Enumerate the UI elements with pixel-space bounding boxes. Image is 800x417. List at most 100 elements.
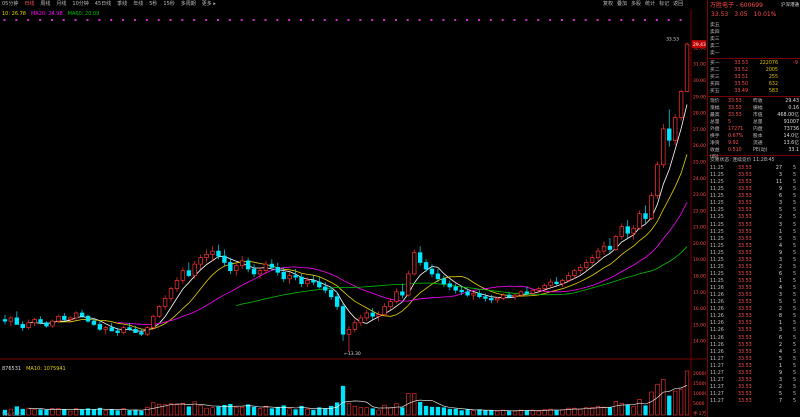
candle-body (524, 291, 530, 294)
candle-body (417, 252, 423, 263)
buy-delta (778, 81, 798, 88)
buy-price: 33.52 (734, 68, 748, 73)
trade-p: 33.53 (738, 279, 752, 284)
tab-0[interactable]: 05分钟 (2, 0, 18, 9)
event-marker: ▪ (110, 17, 113, 22)
volume-bar (293, 409, 298, 416)
tab-2[interactable]: 周线 (40, 0, 50, 9)
candle-body (311, 280, 316, 283)
event-marker: ▪ (276, 17, 279, 22)
stat-row: 现价 33.53 昨收 29.43 (708, 98, 800, 105)
sell-label: 卖二 (710, 44, 720, 49)
trade-n: 5 (792, 370, 796, 376)
trade-row: 11:25 33.53 3 5 (708, 257, 800, 264)
sell-delta (778, 29, 798, 36)
tool-button-1[interactable]: 叠加 (617, 0, 627, 9)
tab-11[interactable]: 更多 ▸ (202, 0, 216, 9)
candle-body (447, 283, 452, 288)
tab-3[interactable]: 月线 (56, 0, 66, 9)
buy-row[interactable]: 买二 33.52 2005 (708, 67, 800, 74)
tab-10[interactable]: 多周期 (181, 0, 196, 9)
tool-button-5[interactable]: 返回 (673, 0, 683, 9)
stat-k1: 总量 (710, 120, 720, 125)
tab-8[interactable]: 5秒 (149, 0, 157, 9)
tool-button-3[interactable]: 统计 (645, 0, 655, 9)
event-marker: ▪ (252, 17, 255, 22)
tab-5[interactable]: 45日线 (95, 0, 111, 9)
buy-label: 买一 (710, 61, 720, 66)
candle-body (228, 262, 233, 271)
tool-button-2[interactable]: 多股 (631, 0, 641, 9)
trade-row: 11:26 33.53 2 5 (708, 306, 800, 313)
volume-bar (234, 406, 239, 416)
volume-bar (305, 408, 310, 416)
volume-bar (637, 399, 642, 416)
sell-price (726, 36, 748, 43)
sell-row[interactable]: 卖五 (708, 22, 800, 29)
buy-row[interactable]: 买四 33.50 632 (708, 81, 800, 88)
candle-body (299, 276, 304, 285)
volume-bar (186, 406, 191, 416)
event-marker: ▪ (50, 17, 53, 22)
trade-p: 33.53 (738, 293, 752, 299)
stock-badge[interactable]: 沪深港通 (781, 2, 799, 8)
volume-bar (471, 410, 476, 416)
trade-row: 11:27 33.53 2 5 (708, 384, 800, 391)
quote-panel: 万胜电子 - 600699 沪深港通 33.53 3.05 10.01% 卖五卖… (707, 0, 800, 417)
candle-body (613, 236, 619, 250)
candle-body (91, 320, 97, 325)
candle-body (619, 226, 624, 237)
event-marker: ▪ (323, 17, 326, 22)
trade-v: 2 (778, 264, 782, 270)
buy-row[interactable]: 买三 33.51 255 (708, 74, 800, 81)
tab-6[interactable]: 季线 (117, 0, 127, 9)
tab-7[interactable]: 年线 (133, 0, 143, 9)
volume-bar (536, 410, 541, 416)
volume-bar (139, 410, 144, 416)
volume-bar (661, 379, 666, 416)
event-marker: ▪ (157, 17, 160, 22)
kline-chart[interactable]: 32.0031.0030.0029.0028.0027.0026.0025.00… (0, 9, 706, 417)
event-marker: ▪ (466, 17, 469, 22)
buy-row[interactable]: 买五 33.49 583 (708, 88, 800, 95)
event-marker: ▪ (632, 17, 635, 22)
sell-row[interactable]: 卖三 (708, 36, 800, 43)
candle-body (495, 297, 500, 301)
tool-button-4[interactable]: 标记 (659, 0, 669, 9)
candle-body (595, 250, 601, 258)
candle-body (672, 117, 678, 141)
trade-n: 5 (792, 194, 796, 200)
candle-body (364, 312, 369, 319)
buy-row[interactable]: 买一 33.53 222076 -9 (708, 60, 800, 67)
volume-bar (44, 409, 49, 416)
tab-4[interactable]: 10分钟 (72, 0, 88, 9)
candle-body (607, 245, 613, 250)
tab-9[interactable]: 15秒 (163, 0, 174, 9)
trade-n: 5 (792, 222, 796, 228)
event-marker: ▪ (418, 17, 421, 22)
event-marker: ▪ (122, 17, 125, 22)
ma-line-10 (58, 154, 688, 331)
candle-body (38, 319, 43, 324)
candle-body (435, 273, 441, 280)
price-tag: 29.43 (693, 42, 706, 48)
trade-v: 4 (778, 286, 782, 292)
trade-n: 5 (792, 335, 796, 341)
candle-body (14, 317, 20, 325)
tool-button-0[interactable]: 复权 (603, 0, 613, 9)
event-marker: ▪ (288, 17, 291, 22)
tab-1[interactable]: 日线 (24, 0, 34, 9)
ma-line-20 (117, 202, 688, 325)
trade-v: 9 (778, 370, 782, 376)
sell-row[interactable]: 卖二 (708, 43, 800, 50)
sell-row[interactable]: 卖一 (708, 50, 800, 57)
sell-row[interactable]: 卖四 (708, 29, 800, 36)
volume-tick-label: 15000 (693, 381, 706, 387)
stat-row: 最高 33.53 市值 468.00亿 (708, 112, 800, 119)
stat-v1: 33.53 (728, 106, 742, 111)
volume-legend: 876531 MA10: 1075941 (2, 366, 66, 372)
stat-v2: 13.6亿 (783, 141, 799, 146)
candle-body (85, 315, 91, 322)
trade-list[interactable]: 11:25 33.53 27 5 11:25 33.53 3 5 11:25 33.53 11 5 11… (708, 165, 800, 405)
sell-label: 卖一 (710, 51, 720, 56)
